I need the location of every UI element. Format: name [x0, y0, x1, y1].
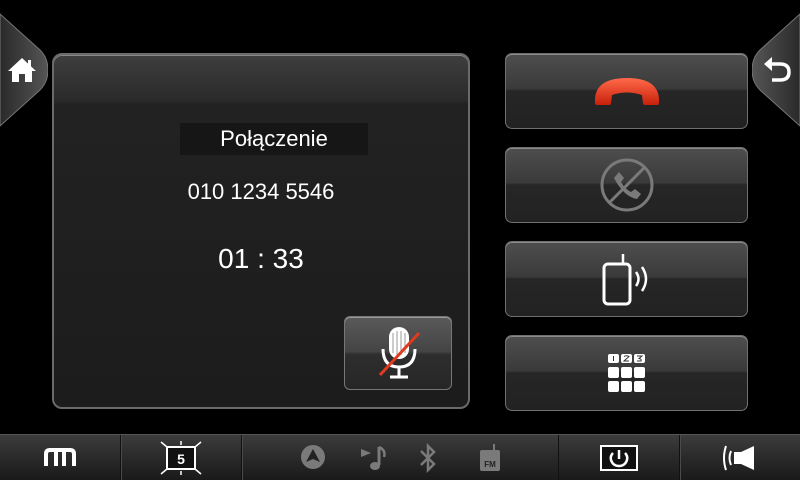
screens-button[interactable]: 5: [121, 435, 242, 480]
screens-icon: 5: [160, 440, 202, 475]
hang-up-button[interactable]: [505, 53, 748, 129]
home-icon: [8, 58, 36, 82]
bluetooth-icon[interactable]: [417, 443, 439, 473]
call-info-panel: Połączenie 010 1234 5546 01 : 33: [52, 53, 470, 409]
menu-icon: [44, 447, 76, 466]
microphone-muted-icon: [378, 327, 421, 379]
bottom-bar: 5 FM: [0, 434, 800, 480]
radio-label: FM: [484, 460, 496, 469]
phone-call-screen: Połączenie 010 1234 5546 01 : 33 5 FM: [0, 0, 800, 480]
back-icon: [764, 57, 791, 82]
power-icon: [600, 444, 638, 471]
power-button[interactable]: [558, 435, 680, 480]
volume-button[interactable]: [679, 435, 800, 480]
radio-icon[interactable]: FM: [478, 443, 502, 473]
hang-up-icon: [594, 78, 659, 105]
menu-button[interactable]: [0, 435, 121, 480]
reject-call-button[interactable]: [505, 147, 748, 223]
screen-count: 5: [177, 451, 185, 467]
keypad-icon: [607, 354, 645, 392]
phone-number: 010 1234 5546: [187, 179, 335, 204]
mute-microphone-button[interactable]: [344, 316, 452, 390]
keypad-button[interactable]: [505, 335, 748, 411]
call-duration: 01 : 33: [218, 243, 304, 274]
music-icon[interactable]: [359, 443, 387, 473]
transfer-to-phone-button[interactable]: [505, 241, 748, 317]
reject-call-icon: [600, 158, 653, 212]
home-tab[interactable]: [0, 0, 48, 140]
back-tab[interactable]: [752, 0, 800, 140]
transfer-to-phone-icon: [602, 254, 647, 306]
call-status-label: Połączenie: [180, 123, 368, 155]
navigation-icon[interactable]: [299, 443, 327, 471]
volume-icon: [722, 445, 754, 470]
